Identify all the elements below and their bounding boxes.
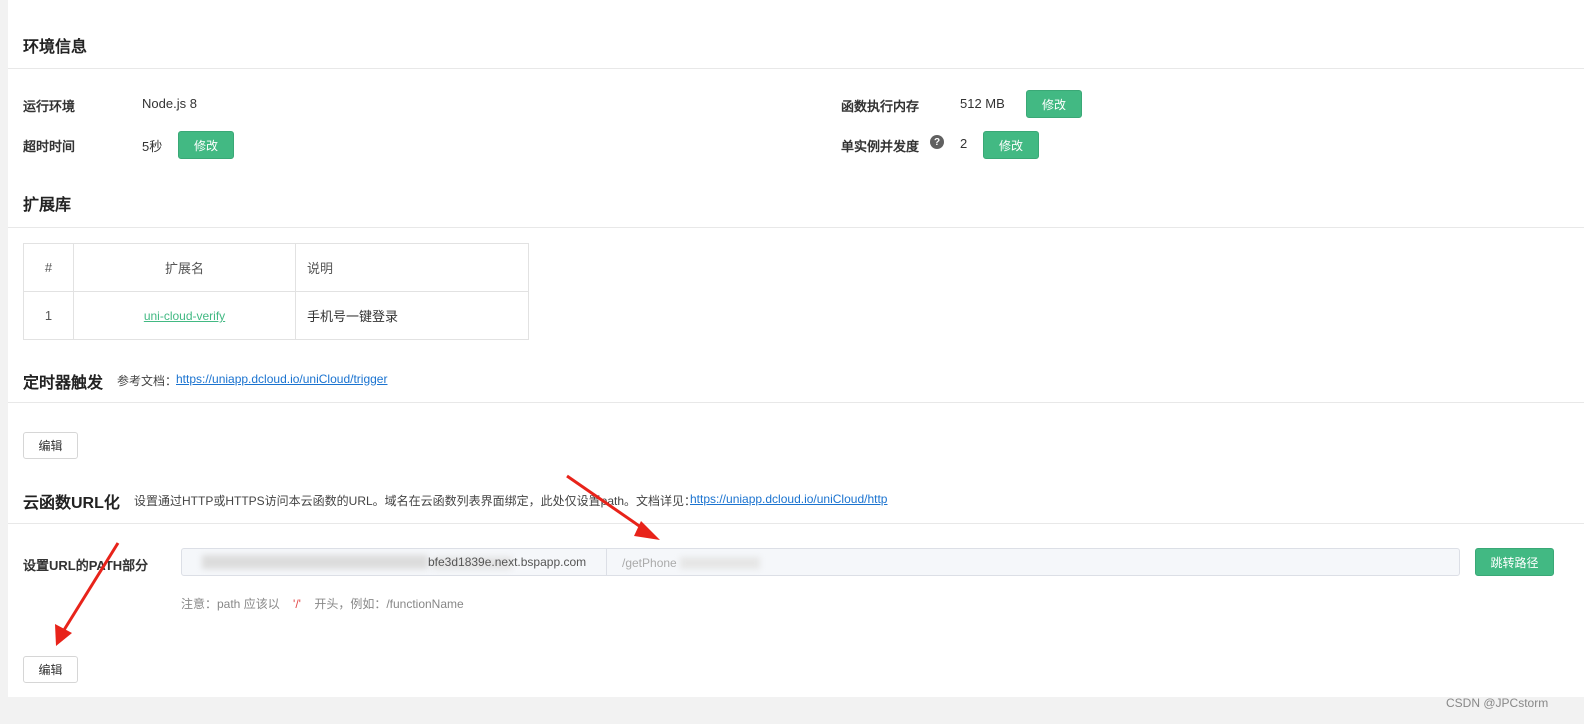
table-header-desc: 说明 — [295, 243, 529, 292]
timeout-label: 超时时间 — [23, 139, 76, 154]
table-header-name: 扩展名 — [73, 243, 296, 292]
url-path-field[interactable]: bfe3d1839e.next.bspapp.com /getPhone — [181, 548, 1460, 576]
row-index: 1 — [23, 291, 74, 340]
url-description: 设置通过HTTP或HTTPS访问本云函数的URL。域名在云函数列表界面绑定，此处… — [134, 494, 697, 508]
runtime-value: Node.js 8 — [142, 96, 197, 111]
timer-section-title: 定时器触发 — [23, 375, 104, 392]
extension-link[interactable]: uni-cloud-verify — [144, 309, 225, 323]
url-edit-button[interactable]: 编辑 — [23, 656, 78, 683]
domain-prefix: bfe3d1839e.next.bspapp.com — [182, 549, 607, 575]
path-input[interactable]: /getPhone — [622, 556, 677, 570]
extensions-section-title: 扩展库 — [23, 197, 72, 214]
timer-doc-link[interactable]: https://uniapp.dcloud.io/uniCloud/trigge… — [176, 372, 387, 386]
watermark: CSDN @JPCstorm — [1446, 696, 1549, 710]
timer-divider — [8, 402, 1584, 403]
timer-doc-prefix: 参考文档： — [117, 374, 178, 388]
runtime-label: 运行环境 — [23, 99, 76, 114]
jump-path-button[interactable]: 跳转路径 — [1475, 548, 1554, 576]
hint-prefix: 注意：path 应该以 — [181, 597, 280, 611]
extensions-divider — [8, 227, 1584, 228]
edit-timeout-button[interactable]: 修改 — [178, 131, 234, 159]
url-section-title: 云函数URL化 — [23, 495, 120, 512]
domain-value: bfe3d1839e.next.bspapp.com — [428, 555, 587, 569]
help-icon[interactable]: ? — [930, 135, 944, 149]
table-header-index: # — [23, 243, 74, 292]
env-divider — [8, 68, 1584, 69]
concurrency-label: 单实例并发度 — [841, 139, 920, 154]
hint-slash: '/' — [293, 597, 301, 611]
env-section-title: 环境信息 — [23, 39, 88, 56]
hint-suffix: 开头，例如：/functionName — [314, 597, 464, 611]
concurrency-value: 2 — [960, 136, 968, 151]
memory-label: 函数执行内存 — [841, 99, 920, 114]
row-desc: 手机号一键登录 — [295, 291, 529, 340]
memory-value: 512 MB — [960, 96, 1005, 111]
blurred-path — [680, 557, 760, 569]
path-label: 设置URL的PATH部分 — [23, 558, 149, 573]
url-doc-link[interactable]: https://uniapp.dcloud.io/uniCloud/http — [690, 492, 887, 506]
table-header-row: # 扩展名 说明 — [23, 243, 529, 292]
timer-edit-button[interactable]: 编辑 — [23, 432, 78, 459]
extensions-table: # 扩展名 说明 1 uni-cloud-verify 手机号一键登录 — [23, 243, 529, 340]
table-row: 1 uni-cloud-verify 手机号一键登录 — [23, 291, 529, 340]
path-hint: 注意：path 应该以 '/' 开头，例如：/functionName — [181, 595, 464, 612]
blurred-domain — [202, 555, 428, 569]
url-divider — [8, 523, 1584, 524]
edit-concurrency-button[interactable]: 修改 — [983, 131, 1039, 159]
timeout-value: 5秒 — [142, 139, 163, 154]
content-panel — [8, 0, 1584, 697]
edit-memory-button[interactable]: 修改 — [1026, 90, 1082, 118]
